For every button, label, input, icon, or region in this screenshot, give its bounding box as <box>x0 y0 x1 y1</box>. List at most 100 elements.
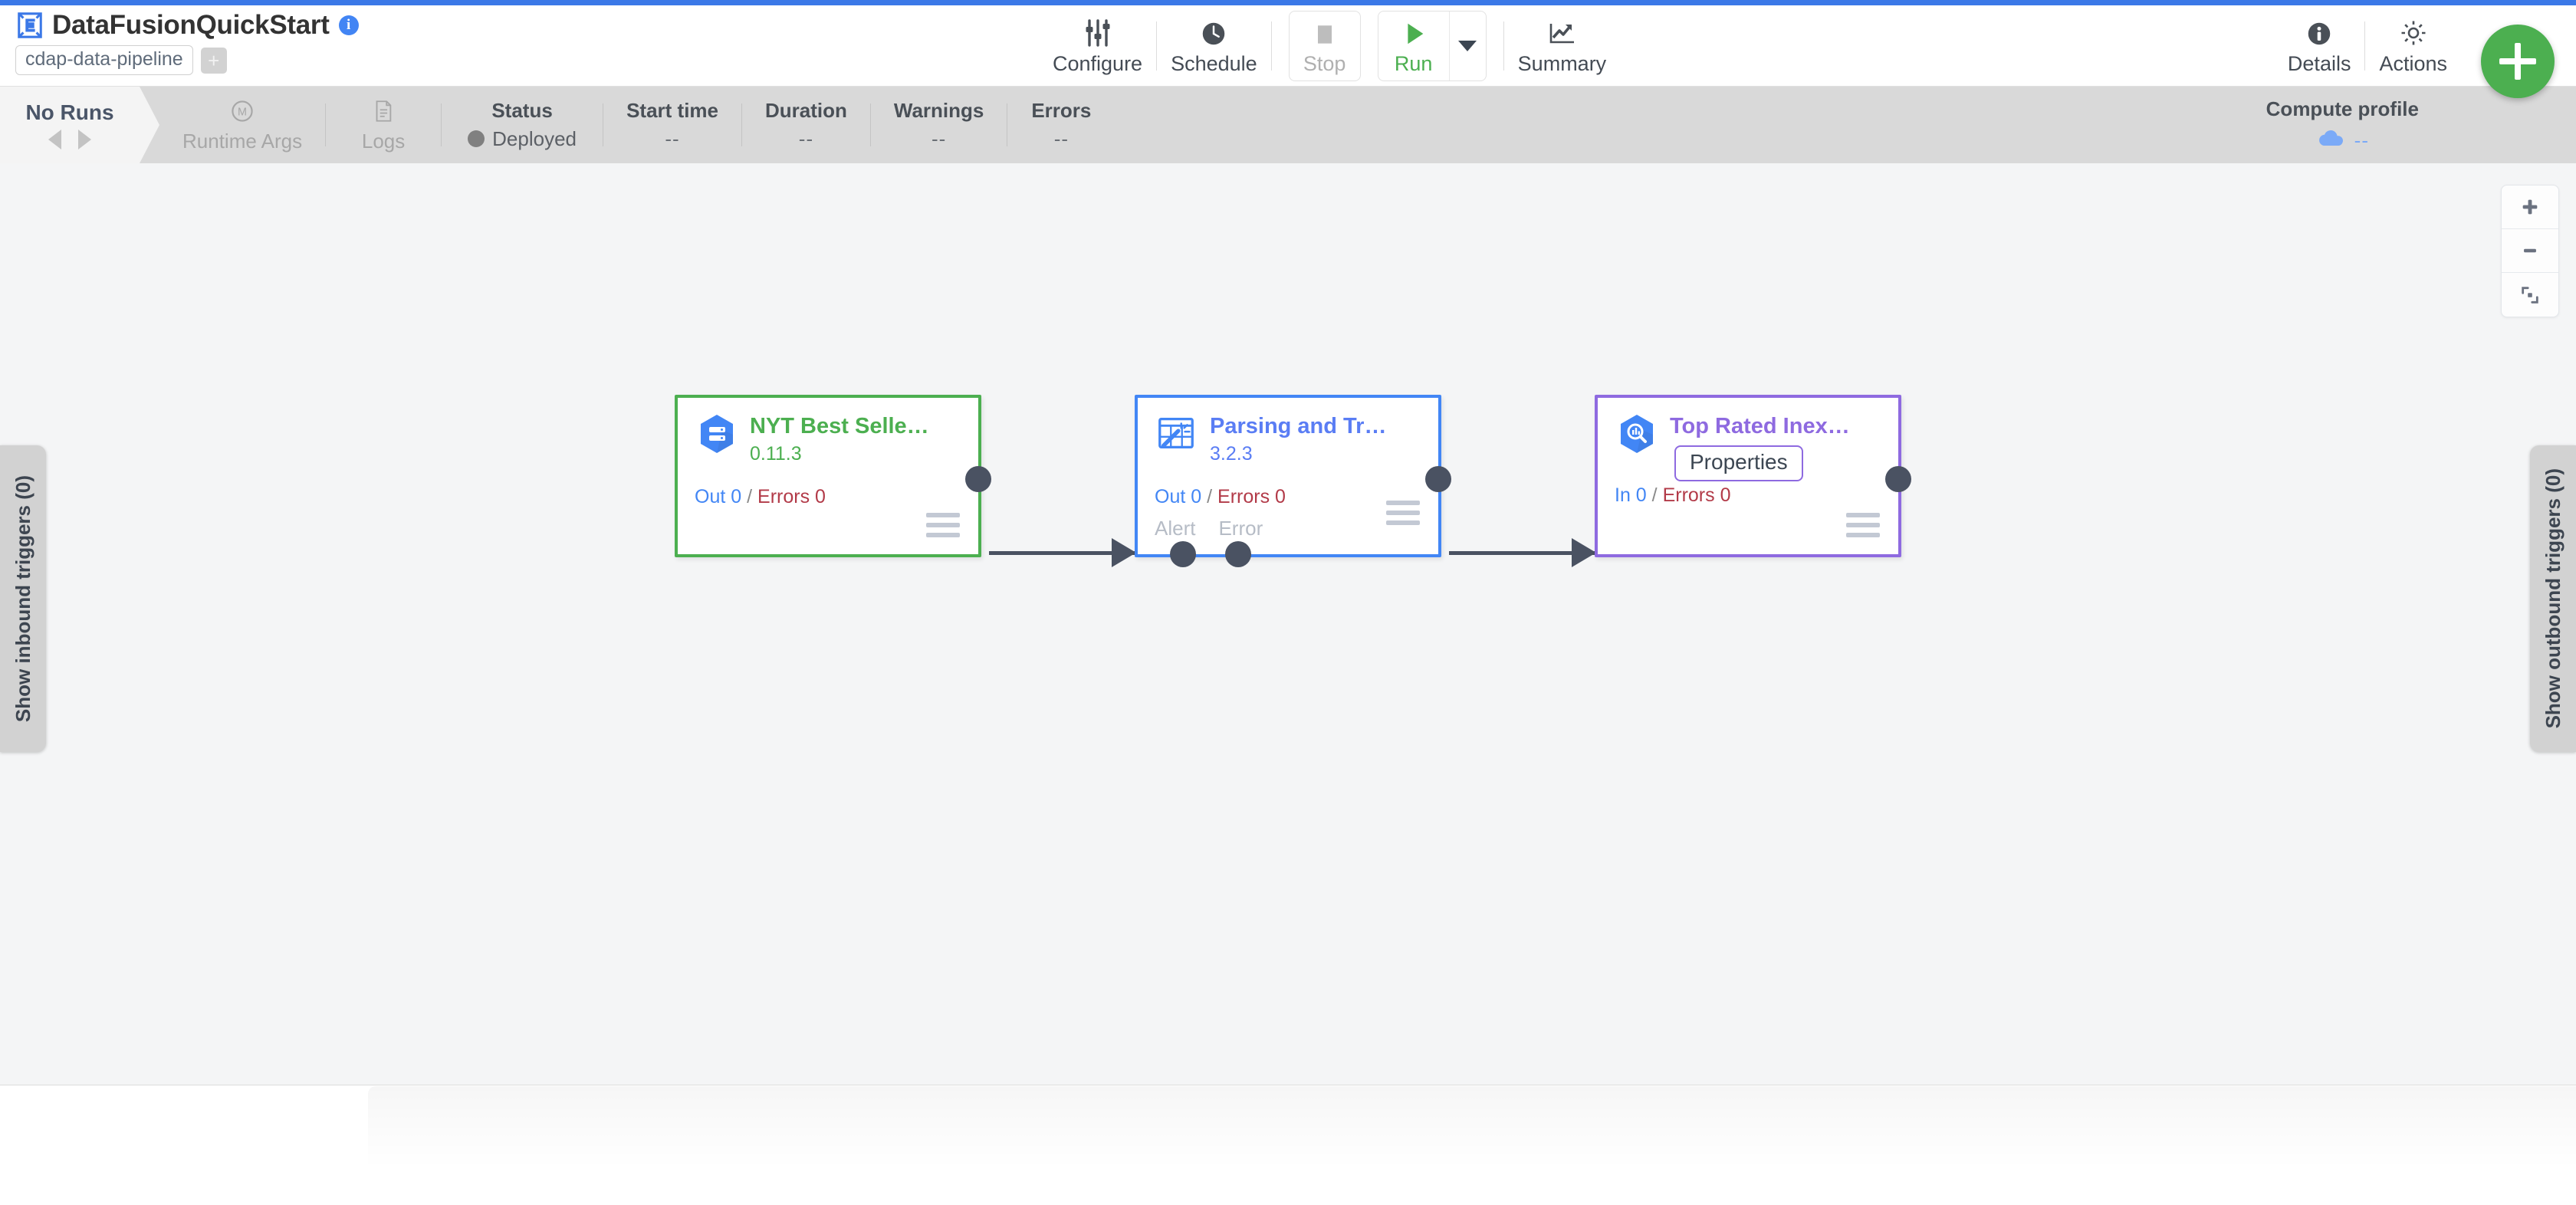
cdap-logo-icon <box>15 11 44 40</box>
logs-label: Logs <box>361 130 406 153</box>
svg-text:M: M <box>238 106 247 118</box>
start-time-value: -- <box>665 127 680 150</box>
logs-button[interactable]: Logs <box>326 87 441 163</box>
fit-to-screen-button[interactable] <box>2502 273 2558 317</box>
summary-label: Summary <box>1517 52 1607 75</box>
node-out-count: Out 0 <box>695 486 742 507</box>
hamburger-menu-icon[interactable] <box>926 513 960 537</box>
duration-title: Duration <box>765 99 847 122</box>
node-output-endpoint[interactable] <box>965 466 991 492</box>
node-metrics: Out 0 / Errors 0 <box>1155 486 1286 508</box>
clock-icon <box>1199 16 1228 48</box>
node-metrics: In 0 / Errors 0 <box>1615 484 1730 507</box>
zoom-out-button[interactable] <box>2502 229 2558 273</box>
pipeline-node-sink[interactable]: Top Rated Inex… Properties In 0 / Errors… <box>1595 395 1911 557</box>
start-time-title: Start time <box>626 99 718 122</box>
status-badge: Deployed <box>468 127 577 151</box>
wrangler-magic-icon <box>1155 412 1199 456</box>
top-toolbar: DataFusionQuickStart i cdap-data-pipelin… <box>0 5 2576 98</box>
node-metrics: Out 0 / Errors 0 <box>695 486 826 508</box>
node-output-endpoint[interactable] <box>1885 466 1911 492</box>
info-circle-icon <box>2305 16 2334 48</box>
status-value: Deployed <box>492 127 577 150</box>
errors-cell: Errors -- <box>1007 87 1115 163</box>
outbound-triggers-label: Show outbound triggers (0) <box>2541 468 2564 729</box>
details-button[interactable]: Details <box>2274 11 2365 81</box>
zoom-in-button[interactable] <box>2502 186 2558 229</box>
warnings-value: -- <box>931 127 947 150</box>
info-icon[interactable]: i <box>338 15 359 35</box>
hamburger-menu-icon[interactable] <box>1846 513 1880 537</box>
pipeline-canvas[interactable]: Show inbound triggers (0) Show outbound … <box>0 163 2576 1085</box>
compute-profile-value: -- <box>2354 129 2369 152</box>
inbound-triggers-tab[interactable]: Show inbound triggers (0) <box>0 445 46 752</box>
gear-icon <box>2398 16 2429 48</box>
node-output-endpoint[interactable] <box>1425 466 1451 492</box>
node-title: Top Rated Inex… <box>1670 414 1850 438</box>
hamburger-menu-icon-lines[interactable] <box>1386 501 1420 525</box>
outbound-triggers-tab[interactable]: Show outbound triggers (0) <box>2530 445 2576 752</box>
errors-value: -- <box>1053 127 1070 150</box>
run-button[interactable]: Run <box>1378 11 1449 80</box>
pipeline-studio-page: DataFusionQuickStart i cdap-data-pipelin… <box>0 0 2576 1205</box>
schedule-button[interactable]: Schedule <box>1157 11 1271 81</box>
node-metric-separator: / <box>1651 484 1658 506</box>
no-runs-panel: No Runs <box>0 87 140 163</box>
summary-button[interactable]: Summary <box>1504 11 1621 81</box>
actions-label: Actions <box>2379 52 2447 75</box>
add-tag-button[interactable]: + <box>200 47 227 74</box>
triangle-left-icon[interactable] <box>48 129 61 149</box>
runtime-args-button[interactable]: M Runtime Args <box>159 87 325 163</box>
configure-button[interactable]: Configure <box>1039 11 1156 81</box>
start-time-cell: Start time -- <box>603 87 741 163</box>
schedule-label: Schedule <box>1171 52 1257 75</box>
top-accent-bar <box>0 0 2576 5</box>
minus-icon <box>2524 248 2536 253</box>
run-options-dropdown[interactable] <box>1448 11 1486 80</box>
node-alert-port-endpoint[interactable] <box>1170 541 1196 567</box>
node-error-count: Errors 0 <box>1662 484 1731 506</box>
node-error-port-endpoint[interactable] <box>1225 541 1251 567</box>
no-runs-panel-notch <box>140 87 159 163</box>
node-in-count: In 0 <box>1615 484 1647 506</box>
duration-cell: Duration -- <box>742 87 870 163</box>
node-error-count: Errors 0 <box>1217 486 1286 507</box>
inbound-triggers-label: Show inbound triggers (0) <box>11 474 34 723</box>
compute-profile-cell[interactable]: Compute profile -- <box>2266 87 2419 163</box>
macro-m-icon: M <box>228 97 256 126</box>
pipeline-node-source[interactable]: NYT Best Selle… 0.11.3 Out 0 / Errors 0 <box>675 395 991 557</box>
run-status-items: M Runtime Args Logs Status Deployed Star… <box>159 87 1115 163</box>
details-label: Details <box>2287 52 2351 75</box>
duration-value: -- <box>798 127 814 150</box>
runtime-args-label: Runtime Args <box>182 130 303 153</box>
node-port-alert-label: Alert <box>1155 517 1196 540</box>
sliders-icon <box>1083 16 1113 48</box>
errors-title: Errors <box>1031 99 1092 122</box>
run-label: Run <box>1394 52 1433 75</box>
run-button-group[interactable]: Run <box>1377 11 1487 81</box>
properties-tooltip[interactable]: Properties <box>1674 445 1803 481</box>
canvas-zoom-controls <box>2501 185 2559 317</box>
page-title: DataFusionQuickStart <box>52 10 330 40</box>
pipeline-identity-block: DataFusionQuickStart i cdap-data-pipelin… <box>15 8 359 75</box>
cloud-icon <box>2316 130 2345 153</box>
play-triangle-icon <box>1399 16 1428 48</box>
stop-button[interactable]: Stop <box>1288 11 1361 81</box>
trending-up-icon <box>1546 16 1577 48</box>
fit-to-screen-icon <box>2522 286 2538 304</box>
chevron-down-icon <box>1458 41 1477 51</box>
bigquery-search-icon <box>1615 412 1659 456</box>
bigquery-table-icon <box>695 412 739 456</box>
node-error-count: Errors 0 <box>757 486 826 507</box>
triangle-right-icon[interactable] <box>78 129 91 149</box>
node-port-error-label: Error <box>1218 517 1263 540</box>
plus-icon <box>2522 199 2538 215</box>
stop-label: Stop <box>1303 52 1346 75</box>
status-cell: Status Deployed <box>442 87 603 163</box>
pipeline-node-transform[interactable]: Parsing and Tr… 3.2.3 Out 0 / Errors 0 A… <box>1135 395 1451 567</box>
connector-arrow-2 <box>1572 538 1596 567</box>
status-dot-icon <box>468 130 485 147</box>
add-plugin-fab-button[interactable] <box>2481 25 2555 98</box>
actions-button[interactable]: Actions <box>2365 11 2461 81</box>
warnings-title: Warnings <box>893 99 984 122</box>
